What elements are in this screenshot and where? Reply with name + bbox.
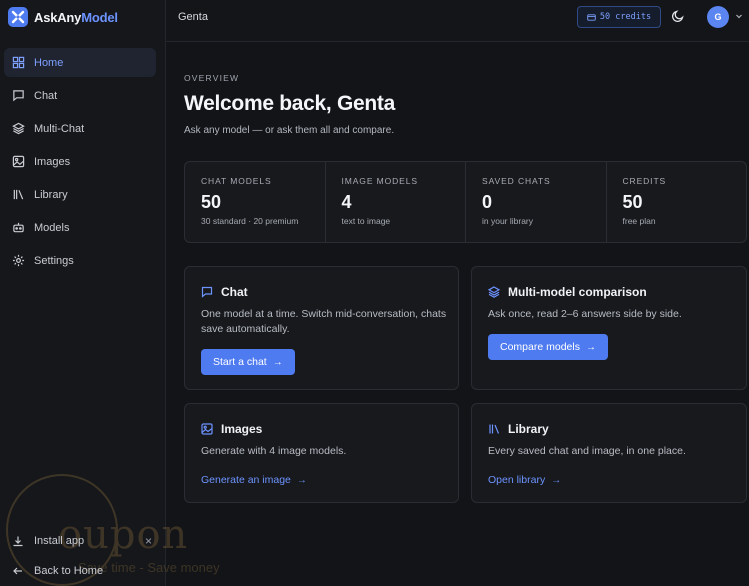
sidebar-item-label: Home bbox=[34, 56, 64, 69]
stat-sub: free plan bbox=[622, 216, 656, 226]
download-icon bbox=[13, 536, 23, 547]
library-icon bbox=[489, 424, 500, 434]
image-icon bbox=[201, 423, 213, 435]
close-icon[interactable]: × bbox=[145, 534, 152, 548]
library-card: Library Every saved chat and image, in o… bbox=[471, 403, 747, 503]
library-card-title: Library bbox=[488, 422, 549, 436]
chat-card-description: One model at a time. Switch mid-conversa… bbox=[201, 308, 447, 335]
stats-panel: CHAT MODELS 50 30 standard · 20 premium … bbox=[184, 161, 747, 243]
stat-sub: 30 standard · 20 premium bbox=[201, 216, 299, 226]
main-content: OVERVIEW Welcome back, Genta Ask any mod… bbox=[166, 43, 749, 586]
stat-image-models: IMAGE MODELS 4 text to image bbox=[326, 162, 466, 242]
sidebar-footer: Install app × Back to Home bbox=[0, 526, 166, 586]
back-to-home-link[interactable]: Back to Home bbox=[0, 556, 166, 586]
stat-chat-models: CHAT MODELS 50 30 standard · 20 premium bbox=[185, 162, 326, 242]
sidebar-item-label: Images bbox=[34, 155, 71, 168]
stat-label: CREDITS bbox=[622, 176, 667, 186]
sidebar-nav: Home Chat Multi-Chat Images Library Mode… bbox=[4, 48, 156, 279]
brand-logo-icon bbox=[8, 7, 28, 27]
avatar[interactable]: G bbox=[707, 6, 729, 28]
overview-eyebrow: OVERVIEW bbox=[184, 73, 240, 83]
stat-label: CHAT MODELS bbox=[201, 176, 272, 186]
stat-sub: text to image bbox=[341, 216, 391, 226]
sidebar-item-chat[interactable]: Chat bbox=[4, 81, 156, 110]
robot-icon bbox=[13, 222, 24, 233]
sidebar: AskAnyModel Home Chat Multi-Chat Images … bbox=[0, 0, 220, 586]
stat-value: 50 bbox=[622, 192, 643, 212]
sidebar-item-label: Settings bbox=[34, 254, 74, 267]
arrow-right-icon: → bbox=[551, 474, 562, 486]
arrow-left-icon bbox=[13, 567, 22, 575]
open-library-link[interactable]: Open library → bbox=[488, 474, 561, 486]
install-app-label: Install app bbox=[34, 535, 85, 547]
moon-icon[interactable] bbox=[671, 9, 685, 23]
arrow-right-icon: → bbox=[585, 341, 596, 353]
library-icon bbox=[13, 189, 24, 200]
credits-label: 50 credits bbox=[599, 12, 652, 22]
stat-credits: CREDITS 50 free plan bbox=[607, 162, 747, 242]
sidebar-item-label: Models bbox=[34, 221, 70, 234]
images-card-description: Generate with 4 image models. bbox=[201, 445, 347, 457]
page-subtitle: Ask any model — or ask them all and comp… bbox=[184, 125, 395, 136]
sidebar-item-models[interactable]: Models bbox=[4, 213, 156, 242]
card-icon bbox=[587, 13, 596, 21]
chat-card-title: Chat bbox=[201, 285, 248, 299]
home-icon bbox=[12, 56, 25, 69]
stat-label: IMAGE MODELS bbox=[341, 176, 418, 186]
sidebar-item-label: Chat bbox=[34, 89, 58, 102]
chat-bubble-icon bbox=[13, 90, 24, 102]
images-card-title: Images bbox=[201, 422, 262, 436]
sidebar-item-label: Multi-Chat bbox=[34, 122, 85, 135]
sidebar-item-multi-chat[interactable]: Multi-Chat bbox=[4, 114, 156, 143]
library-card-description: Every saved chat and image, in one place… bbox=[488, 445, 686, 457]
brand-name: AskAnyModel bbox=[34, 9, 118, 25]
stat-value: 50 bbox=[201, 192, 222, 212]
stat-label: SAVED CHATS bbox=[482, 176, 551, 186]
multi-model-card-description: Ask once, read 2–6 answers side by side. bbox=[488, 308, 682, 320]
generate-image-link[interactable]: Generate an image → bbox=[201, 474, 307, 486]
images-card: Images Generate with 4 image models. Gen… bbox=[184, 403, 459, 503]
sidebar-item-home[interactable]: Home bbox=[4, 48, 156, 77]
stat-saved-chats: SAVED CHATS 0 in your library bbox=[466, 162, 607, 242]
stat-value: 0 bbox=[482, 192, 493, 212]
stat-sub: in your library bbox=[482, 216, 534, 226]
chat-card: Chat One model at a time. Switch mid-con… bbox=[184, 266, 459, 390]
gear-icon bbox=[12, 254, 25, 267]
image-icon bbox=[12, 155, 25, 168]
arrow-right-icon: → bbox=[272, 356, 283, 368]
page-title: Welcome back, Genta bbox=[184, 92, 395, 115]
topbar-user-name: Genta bbox=[178, 11, 208, 23]
topbar: Genta 50 credits G bbox=[166, 0, 749, 42]
stat-value: 4 bbox=[341, 192, 352, 212]
start-chat-button[interactable]: Start a chat → bbox=[201, 349, 295, 375]
chevron-down-icon[interactable] bbox=[735, 12, 743, 20]
sidebar-item-label: Library bbox=[34, 188, 68, 201]
multi-model-card-title: Multi-model comparison bbox=[488, 285, 647, 299]
layers-icon bbox=[488, 286, 500, 298]
sidebar-item-images[interactable]: Images bbox=[4, 147, 156, 176]
sidebar-item-library[interactable]: Library bbox=[4, 180, 156, 209]
compare-models-button[interactable]: Compare models → bbox=[488, 334, 608, 360]
sidebar-item-settings[interactable]: Settings bbox=[4, 246, 156, 275]
brand-logo-link[interactable]: AskAnyModel bbox=[8, 6, 118, 28]
layers-icon bbox=[12, 122, 25, 135]
install-app-button[interactable]: Install app × bbox=[0, 526, 166, 556]
multi-model-card: Multi-model comparison Ask once, read 2–… bbox=[471, 266, 747, 390]
back-to-home-label: Back to Home bbox=[34, 565, 104, 577]
chat-bubble-icon bbox=[201, 286, 213, 298]
arrow-right-icon: → bbox=[296, 474, 307, 486]
credits-badge[interactable]: 50 credits bbox=[577, 6, 661, 28]
